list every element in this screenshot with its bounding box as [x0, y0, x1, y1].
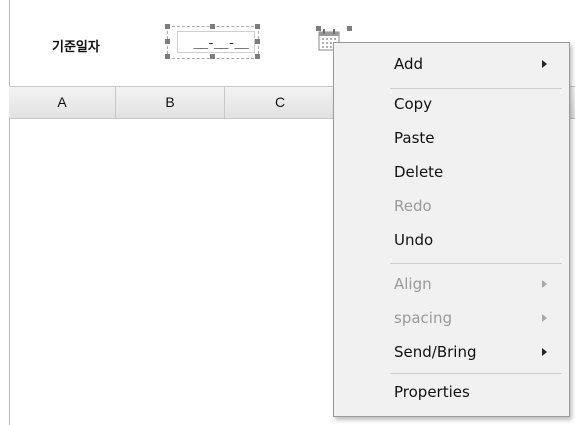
- menu-separator: [390, 373, 562, 374]
- date-input[interactable]: __-__-__: [177, 31, 255, 53]
- menu-item-paste[interactable]: Paste: [394, 129, 435, 147]
- menu-icon-gutter: [334, 43, 383, 416]
- chevron-right-icon: [542, 314, 547, 322]
- menu-item-align: Align: [394, 275, 432, 293]
- resize-handle-se[interactable]: [255, 54, 260, 59]
- resize-handle-ne[interactable]: [347, 26, 352, 31]
- date-input-mask: __-__-__: [193, 36, 249, 51]
- menu-item-redo: Redo: [394, 197, 432, 215]
- resize-handle-ne[interactable]: [255, 24, 260, 29]
- menu-item-undo[interactable]: Undo: [394, 231, 433, 249]
- menu-item-delete[interactable]: Delete: [394, 163, 443, 181]
- date-field-selected[interactable]: __-__-__: [165, 24, 260, 59]
- chevron-right-icon: [542, 60, 547, 68]
- menu-item-properties[interactable]: Properties: [394, 383, 470, 401]
- resize-handle-s[interactable]: [210, 54, 215, 59]
- column-header-a[interactable]: A: [9, 87, 115, 118]
- menu-item-add[interactable]: Add: [394, 55, 423, 73]
- date-label: 기준일자: [52, 40, 100, 55]
- column-header-b[interactable]: B: [116, 87, 224, 118]
- resize-handle-e[interactable]: [255, 39, 260, 44]
- resize-handle-n[interactable]: [210, 24, 215, 29]
- menu-separator: [390, 88, 562, 89]
- menu-item-send-bring[interactable]: Send/Bring: [394, 343, 477, 361]
- resize-handle-nw[interactable]: [165, 24, 170, 29]
- context-menu: Add Copy Paste Delete Redo Undo Align sp…: [333, 42, 570, 417]
- column-header-c[interactable]: C: [225, 87, 335, 118]
- resize-handle-nw[interactable]: [316, 26, 321, 31]
- canvas-left-border: [9, 0, 10, 425]
- resize-handle-sw[interactable]: [165, 54, 170, 59]
- menu-separator: [390, 263, 562, 264]
- resize-handle-w[interactable]: [165, 39, 170, 44]
- menu-item-copy[interactable]: Copy: [394, 95, 432, 113]
- chevron-right-icon: [542, 280, 547, 288]
- menu-item-spacing: spacing: [394, 309, 452, 327]
- chevron-right-icon: [542, 348, 547, 356]
